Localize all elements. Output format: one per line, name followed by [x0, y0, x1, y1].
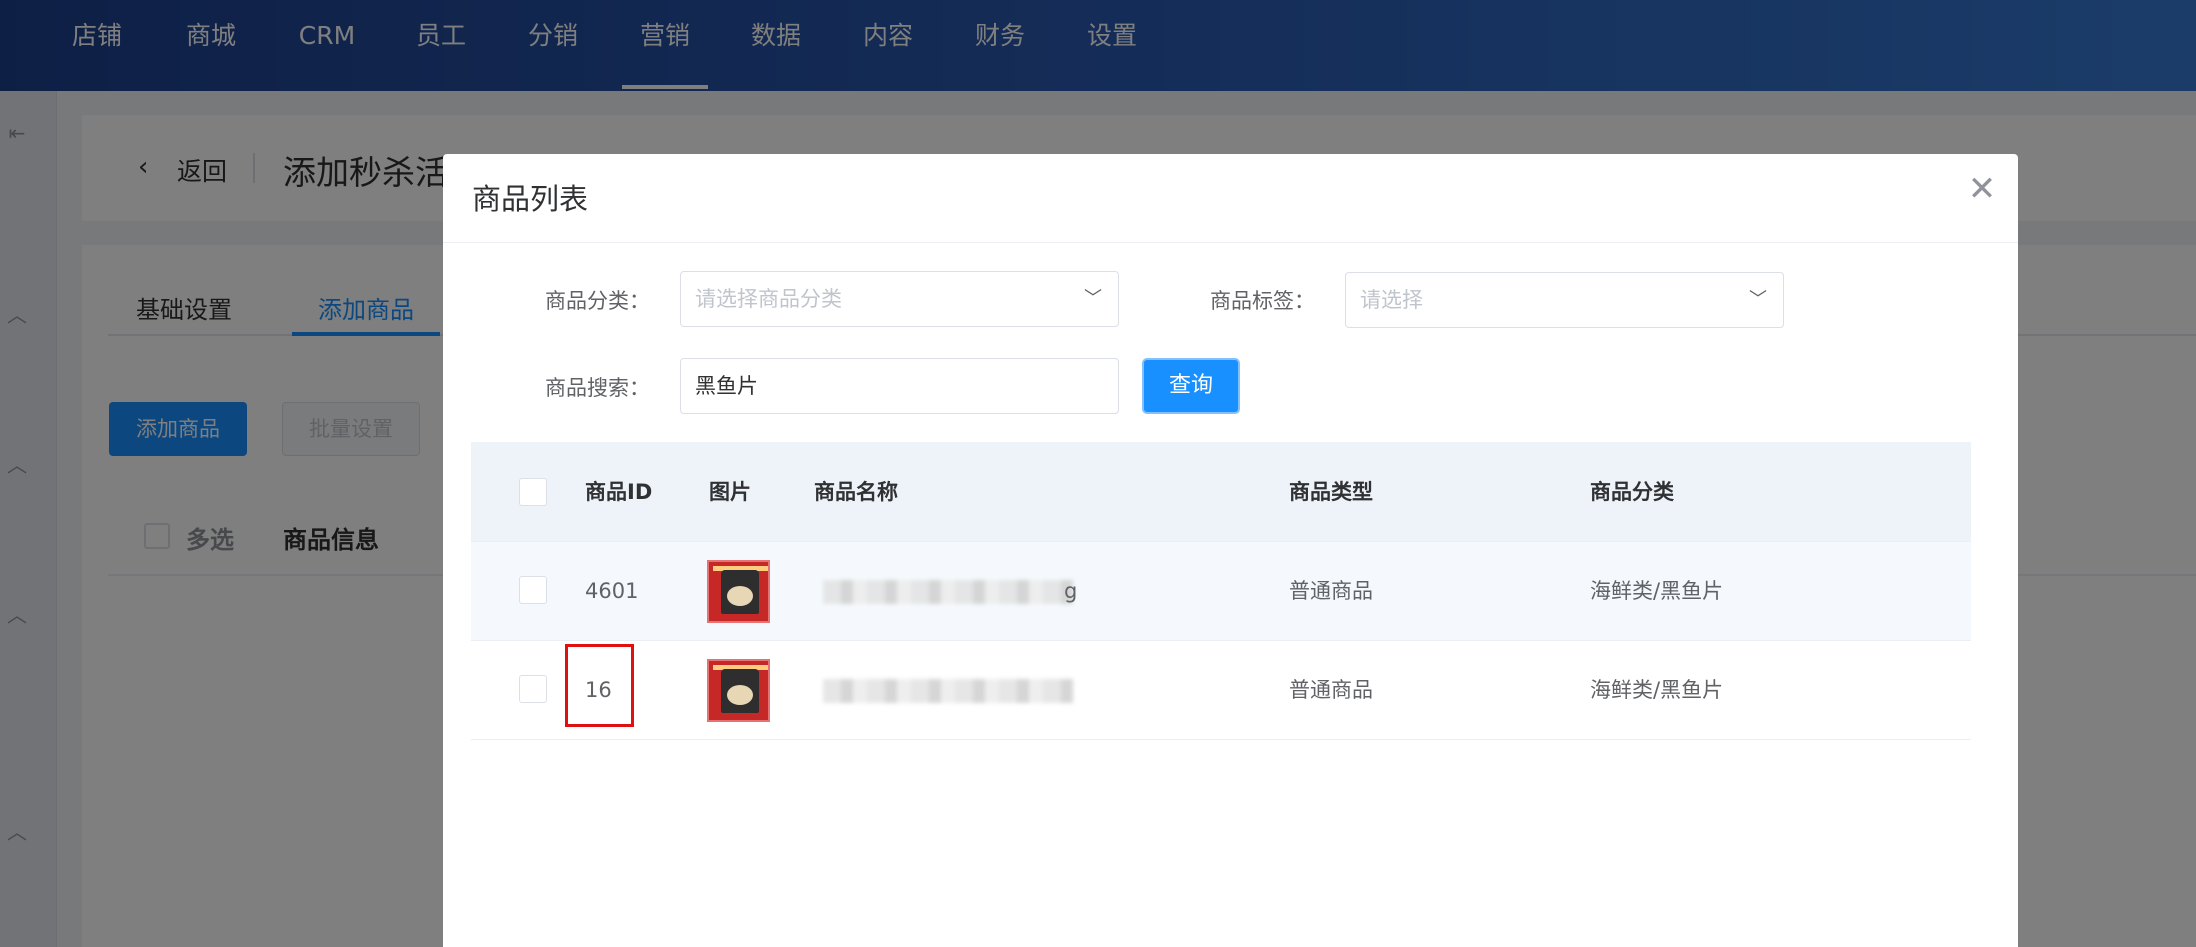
product-category: 海鲜类/黑鱼片 — [1590, 678, 1724, 702]
col-image: 图片 — [709, 480, 751, 504]
chevron-down-icon: ﹀ — [1084, 288, 1102, 309]
category-label: 商品分类： — [545, 289, 650, 313]
product-name-blurred — [823, 580, 1073, 604]
highlight-box — [565, 644, 634, 727]
product-thumbnail — [707, 659, 770, 722]
search-label: 商品搜索： — [545, 376, 650, 400]
search-value: 黑鱼片 — [695, 374, 758, 398]
dialog-header-divider — [443, 242, 2018, 243]
category-select[interactable]: 请选择商品分类 ﹀ — [680, 271, 1119, 327]
tag-label: 商品标签： — [1210, 289, 1315, 313]
search-input[interactable]: 黑鱼片 — [680, 358, 1119, 414]
category-placeholder: 请选择商品分类 — [695, 287, 842, 311]
product-type: 普通商品 — [1289, 678, 1373, 702]
col-product-id: 商品ID — [585, 480, 653, 504]
tag-placeholder: 请选择 — [1360, 288, 1423, 312]
product-category: 海鲜类/黑鱼片 — [1590, 579, 1724, 603]
query-button[interactable]: 查询 — [1142, 358, 1240, 414]
col-product-category: 商品分类 — [1590, 480, 1674, 504]
product-thumbnail — [707, 560, 770, 623]
product-type: 普通商品 — [1289, 579, 1373, 603]
table-row[interactable]: 4601 g 普通商品 海鲜类/黑鱼片 — [471, 542, 1971, 641]
col-product-name: 商品名称 — [814, 480, 898, 504]
table-row[interactable]: 16 普通商品 海鲜类/黑鱼片 — [471, 641, 1971, 740]
product-name: g — [1064, 579, 1078, 603]
close-icon[interactable]: ✕ — [1963, 170, 2001, 208]
col-product-type: 商品类型 — [1289, 480, 1373, 504]
product-name-blurred — [823, 679, 1073, 703]
row-checkbox[interactable] — [519, 576, 547, 604]
dialog-title: 商品列表 — [472, 182, 589, 216]
table-header: 商品ID 图片 商品名称 商品类型 商品分类 — [471, 442, 1971, 542]
row-checkbox[interactable] — [519, 675, 547, 703]
product-id: 4601 — [585, 579, 639, 603]
tag-select[interactable]: 请选择 ﹀ — [1345, 272, 1784, 328]
select-all-checkbox[interactable] — [519, 478, 547, 506]
chevron-down-icon: ﹀ — [1749, 289, 1767, 310]
